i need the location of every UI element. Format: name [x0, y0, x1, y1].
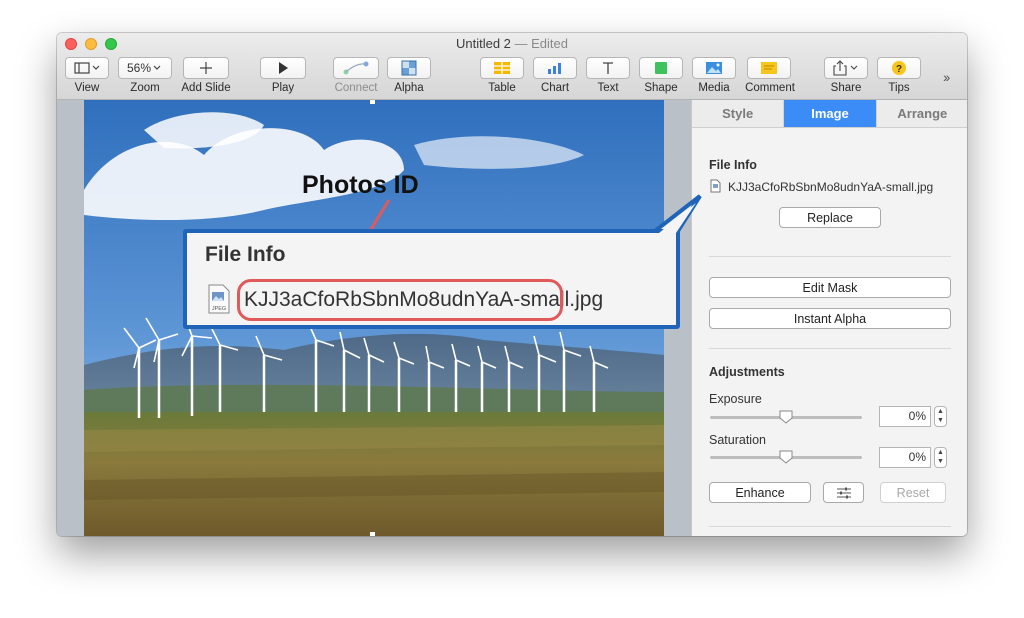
- jpeg-label: JPEG: [212, 306, 226, 312]
- photos-id-highlight: [237, 279, 563, 321]
- jpeg-file-icon: JPEG: [208, 284, 230, 314]
- callout-file-info-heading: File Info: [205, 243, 286, 266]
